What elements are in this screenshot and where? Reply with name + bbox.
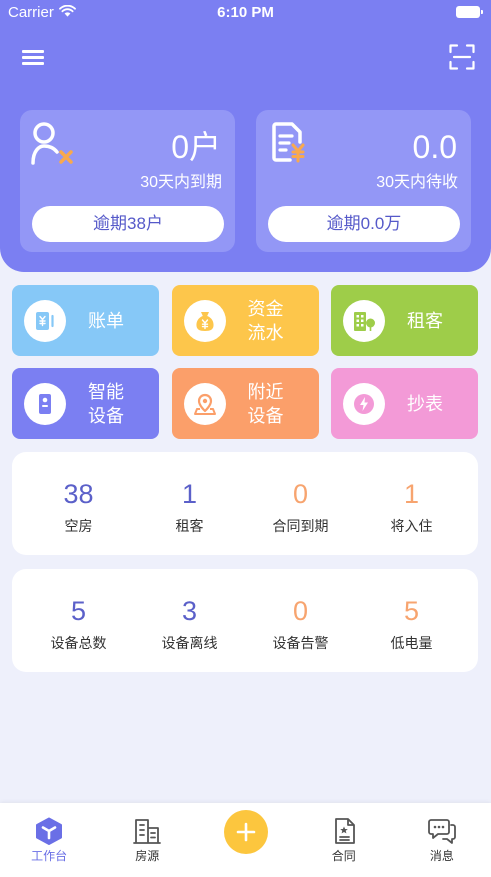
lightning-icon: [343, 382, 385, 425]
bill-tile[interactable]: 账单: [12, 285, 159, 356]
smart-devices-tile[interactable]: 智能 设备: [12, 368, 159, 439]
stat-label: 设备告警: [272, 635, 329, 651]
stat-value: 1: [403, 479, 420, 509]
tab-workbench[interactable]: 工作台: [0, 803, 98, 877]
meter-reading-tile[interactable]: 抄表: [331, 368, 478, 439]
stat-label: 设备总数: [50, 635, 107, 651]
stat-value: 3: [181, 596, 198, 626]
stat-label: 低电量: [390, 635, 433, 651]
stat-low-battery[interactable]: 5 低电量: [356, 569, 467, 672]
tenants-tile[interactable]: 租客: [331, 285, 478, 356]
tile-label-line2: 流水: [247, 322, 284, 343]
stat-value: 5: [403, 596, 420, 626]
stat-vacant-rooms[interactable]: 38 空房: [23, 452, 134, 555]
tile-label-line1: 账单: [88, 310, 124, 331]
stat-value: 38: [63, 479, 94, 509]
workbench-icon: [36, 817, 63, 845]
tile-label-line2: 设备: [88, 405, 124, 426]
device-stats-card: 5 设备总数 3 设备离线 0 设备告警 5 低电量: [12, 569, 478, 672]
overdue-amount-button[interactable]: 逾期0.0万: [268, 206, 460, 242]
receivables-card[interactable]: 0.0 30天内待收 逾期0.0万: [256, 110, 471, 252]
stat-total-devices[interactable]: 5 设备总数: [23, 569, 134, 672]
contract-icon: [334, 818, 355, 844]
expiring-tenants-count: 0户: [171, 129, 221, 165]
stat-label: 空房: [64, 518, 93, 534]
cash-flow-tile[interactable]: 资金 流水: [171, 285, 319, 356]
smart-device-icon: [24, 382, 66, 425]
expiring-tenants-card[interactable]: 0户 30天内到期 逾期38户: [20, 110, 235, 252]
status-bar: Carrier 6:10 PM: [0, 0, 491, 24]
stat-value: 5: [70, 596, 87, 626]
tile-label-line1: 资金: [247, 298, 284, 319]
message-icon: [428, 819, 456, 844]
quick-actions: 账单 资金 流水 租客 智能 设备 附近 设备 抄表: [12, 285, 478, 439]
stat-contracts-expiring[interactable]: 0 合同到期: [245, 452, 356, 555]
tab-label: 房源: [135, 849, 160, 863]
clock: 6:10 PM: [217, 4, 274, 21]
battery-icon: [456, 6, 483, 18]
receivable-doc-icon: [272, 122, 305, 163]
stat-label: 设备离线: [161, 635, 218, 651]
stat-move-in-soon[interactable]: 1 将入住: [356, 452, 467, 555]
money-bag-icon: [183, 299, 226, 342]
bill-icon: [24, 299, 66, 342]
tab-contracts[interactable]: 合同: [295, 803, 393, 877]
tenant-alert-icon: [31, 122, 73, 165]
tab-add[interactable]: [196, 803, 294, 877]
nearby-devices-tile[interactable]: 附近 设备: [171, 368, 319, 439]
tab-label: 消息: [429, 849, 454, 863]
tile-label-line1: 智能: [88, 381, 124, 402]
tile-label: 租客: [385, 309, 478, 333]
tile-label-line2: 设备: [247, 405, 284, 426]
tile-label: 账单: [66, 309, 159, 333]
tab-listings[interactable]: 房源: [98, 803, 196, 877]
scan-icon[interactable]: [449, 44, 475, 70]
tab-messages[interactable]: 消息: [393, 803, 491, 877]
buildings-icon: [133, 819, 162, 844]
stat-value: 1: [181, 479, 198, 509]
pending-receivable-amount: 0.0: [412, 129, 457, 165]
tile-label-line1: 租客: [407, 310, 443, 331]
header: Carrier 6:10 PM 0户 30天内到期 逾期38户 0.0 30天内…: [0, 0, 491, 272]
stat-label: 租客: [175, 518, 204, 534]
tab-label: 合同: [331, 849, 356, 863]
plus-icon: [236, 822, 255, 842]
stat-label: 将入住: [390, 518, 433, 534]
carrier-label: Carrier: [8, 4, 54, 21]
workbench-screen: Carrier 6:10 PM 0户 30天内到期 逾期38户 0.0 30天内…: [0, 0, 491, 877]
stat-value: 0: [292, 596, 309, 626]
location-pin-icon: [183, 382, 226, 425]
stat-label: 合同到期: [272, 518, 329, 534]
pending-receivable-caption: 30天内待收: [376, 174, 458, 191]
room-stats-card: 38 空房 1 租客 0 合同到期 1 将入住: [12, 452, 478, 555]
tab-bar: 工作台 房源 合同 消息: [0, 803, 491, 877]
tile-label: 抄表: [385, 392, 478, 416]
expiring-tenants-caption: 30天内到期: [140, 174, 222, 191]
tile-label: 资金 流水: [226, 297, 319, 345]
tile-label-line1: 抄表: [407, 393, 443, 414]
wifi-icon: [59, 5, 76, 17]
stat-tenants[interactable]: 1 租客: [134, 452, 245, 555]
tab-label: 工作台: [31, 849, 68, 863]
add-button[interactable]: [223, 810, 268, 854]
tile-label-line1: 附近: [247, 381, 284, 402]
stat-offline-devices[interactable]: 3 设备离线: [134, 569, 245, 672]
tile-label: 附近 设备: [226, 380, 319, 428]
tile-label: 智能 设备: [66, 380, 159, 428]
menu-icon[interactable]: [22, 48, 44, 66]
overdue-tenants-button[interactable]: 逾期38户: [32, 206, 224, 242]
building-icon: [343, 299, 385, 342]
stat-value: 0: [292, 479, 309, 509]
stat-device-alerts[interactable]: 0 设备告警: [245, 569, 356, 672]
